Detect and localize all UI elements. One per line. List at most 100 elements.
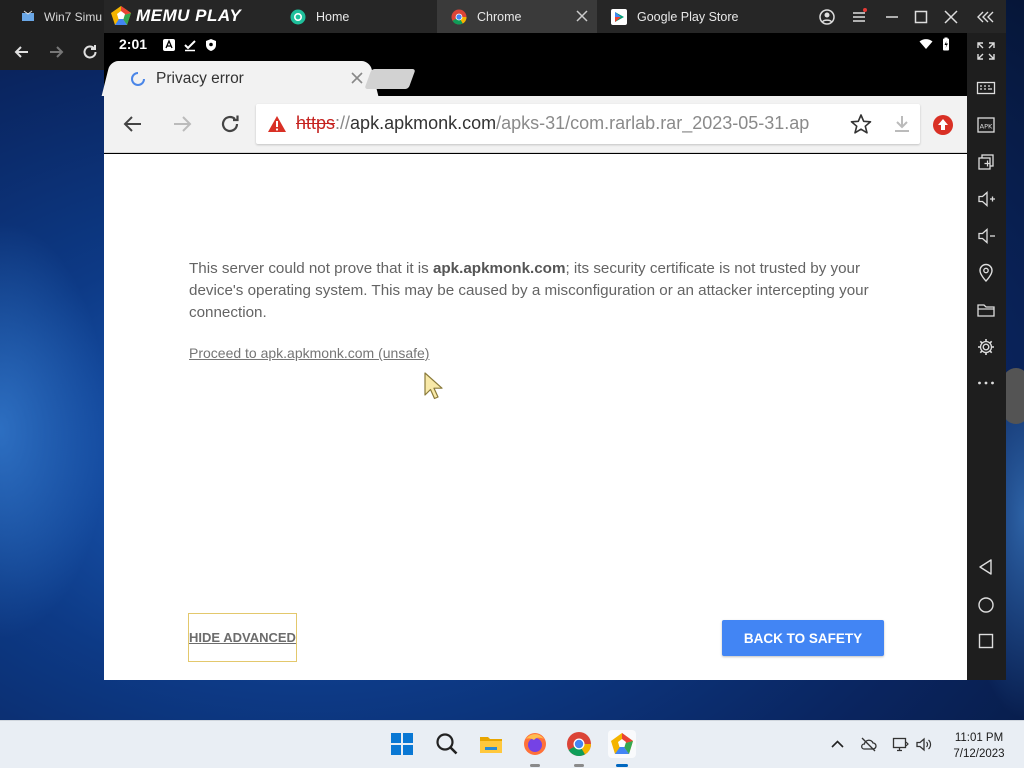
android-back-icon[interactable]	[976, 557, 996, 577]
android-recents-icon[interactable]	[976, 631, 996, 651]
memu-taskbar-app[interactable]	[608, 730, 636, 767]
home-app-icon	[290, 9, 306, 24]
firefox-icon	[524, 733, 546, 755]
hide-advanced-button[interactable]: HIDE ADVANCED	[188, 613, 297, 662]
update-available-icon[interactable]	[932, 114, 954, 136]
wifi-icon	[919, 39, 933, 49]
multi-window-icon[interactable]	[976, 152, 996, 172]
address-bar[interactable]: https://apk.apkmonk.com/apks-31/com.rarl…	[256, 104, 920, 144]
chrome-toolbar: https://apk.apkmonk.com/apks-31/com.rarl…	[104, 96, 967, 153]
new-tab-button[interactable]	[364, 69, 416, 89]
memu-tab-play-store[interactable]: Google Play Store	[597, 0, 752, 33]
chrome-tab-title: Privacy error	[156, 69, 244, 87]
memu-window: MEMU PLAY Home Chrome Google Play Store …	[104, 0, 1006, 680]
memu-tab-label: Home	[316, 9, 350, 24]
taskbar-clock[interactable]: 11:01 PM 7/12/2023	[944, 730, 1014, 762]
security-warning-icon[interactable]	[267, 115, 287, 133]
reload-icon[interactable]	[218, 112, 242, 136]
memu-tab-chrome[interactable]: Chrome	[437, 0, 597, 33]
folder-icon[interactable]	[976, 300, 996, 320]
loading-spinner-icon	[131, 71, 145, 86]
maximize-icon[interactable]	[911, 7, 931, 27]
background-window-nav	[0, 34, 104, 70]
fullscreen-icon[interactable]	[976, 41, 996, 61]
window-edge-handle	[1003, 368, 1024, 424]
back-to-safety-button[interactable]: BACK TO SAFETY	[722, 620, 884, 656]
reload-icon[interactable]	[80, 42, 100, 62]
url-host: apk.apkmonk.com	[350, 113, 497, 133]
chrome-taskbar-app[interactable]	[565, 730, 593, 767]
download-icon[interactable]	[892, 113, 912, 135]
bookmark-star-icon[interactable]	[850, 113, 872, 135]
network-icon[interactable]	[892, 736, 909, 753]
back-arrow-icon[interactable]	[121, 112, 145, 136]
background-window-tab-label: Win7 Simu	[44, 9, 103, 24]
firefox-taskbar-app[interactable]	[521, 730, 549, 767]
shield-icon	[206, 39, 216, 51]
url-path: /apks-31/com.rarlab.rar_2023-05-31.ap	[496, 113, 810, 133]
chrome-tab[interactable]: Privacy error	[114, 61, 366, 96]
windows-taskbar: 11:01 PM 7/12/2023	[0, 720, 1024, 768]
keyboard-icon[interactable]	[976, 78, 996, 98]
url-text[interactable]: https://apk.apkmonk.com/apks-31/com.rarl…	[296, 113, 844, 134]
memu-tab-label: Chrome	[477, 9, 522, 24]
proceed-unsafe-link[interactable]: Proceed to apk.apkmonk.com (unsafe)	[189, 345, 429, 361]
status-notification-icons	[162, 38, 218, 52]
android-screen: 2:01 Privacy error https://apk.apkmonk.c…	[104, 33, 967, 680]
close-tab-icon[interactable]	[350, 71, 364, 85]
wallpaper-glow-left	[0, 220, 110, 640]
minimize-icon[interactable]	[882, 7, 902, 27]
error-host: apk.apkmonk.com	[432, 260, 566, 277]
collapse-sidebar-icon[interactable]	[976, 7, 996, 27]
close-window-icon[interactable]	[941, 7, 961, 27]
memu-app-icon	[611, 733, 633, 754]
file-explorer-icon[interactable]	[477, 730, 505, 758]
clock-time: 11:01 PM	[954, 732, 1004, 744]
battery-icon	[943, 37, 949, 51]
forward-arrow-icon[interactable]	[170, 112, 194, 136]
android-home-icon[interactable]	[976, 595, 996, 615]
chrome-tab-strip: Privacy error	[104, 57, 967, 96]
memu-brand-text: MEMU PLAY	[136, 6, 242, 25]
memu-logo-icon	[111, 6, 131, 25]
location-icon[interactable]	[976, 263, 996, 283]
close-tab-icon[interactable]	[575, 9, 589, 23]
cloud-offline-icon[interactable]	[860, 736, 877, 753]
play-store-icon	[611, 8, 627, 25]
android-status-bar: 2:01	[104, 33, 967, 57]
svg-text:APK: APK	[980, 123, 993, 131]
more-options-icon[interactable]	[976, 373, 996, 393]
memu-side-toolbar: APK	[967, 33, 1006, 680]
simulator-app-icon	[22, 10, 34, 21]
account-icon[interactable]	[817, 7, 837, 27]
chrome-icon	[567, 732, 591, 757]
background-window: Win7 Simu	[0, 0, 104, 70]
chevron-up-icon[interactable]	[829, 736, 846, 753]
app-notification-icon	[163, 39, 175, 51]
error-text-before: This server could not prove that it is	[189, 260, 433, 277]
volume-up-icon[interactable]	[976, 189, 996, 209]
start-windows-icon[interactable]	[388, 730, 416, 758]
speaker-icon[interactable]	[915, 736, 932, 753]
chrome-icon	[451, 9, 467, 25]
status-time: 2:01	[119, 36, 148, 52]
ssl-error-page: This server could not prove that it is a…	[104, 154, 967, 680]
back-arrow-icon[interactable]	[12, 42, 32, 62]
download-done-icon	[184, 40, 196, 52]
menu-icon[interactable]	[849, 7, 869, 27]
memu-titlebar: MEMU PLAY Home Chrome Google Play Store	[104, 0, 1006, 33]
memu-tab-home[interactable]: Home	[276, 0, 436, 33]
settings-gear-icon[interactable]	[976, 337, 996, 357]
url-separator: ://	[335, 113, 351, 133]
apk-install-icon[interactable]: APK	[976, 115, 996, 135]
forward-arrow-icon[interactable]	[46, 42, 66, 62]
url-scheme: https	[296, 113, 336, 133]
clock-date: 7/12/2023	[953, 748, 1005, 760]
search-icon[interactable]	[433, 730, 461, 758]
mouse-cursor-icon	[424, 372, 443, 400]
memu-tab-label: Google Play Store	[637, 9, 739, 24]
volume-down-icon[interactable]	[976, 226, 996, 246]
error-description: This server could not prove that it is a…	[189, 258, 889, 324]
background-window-tab[interactable]: Win7 Simu	[0, 0, 104, 33]
status-system-icons	[919, 37, 953, 51]
